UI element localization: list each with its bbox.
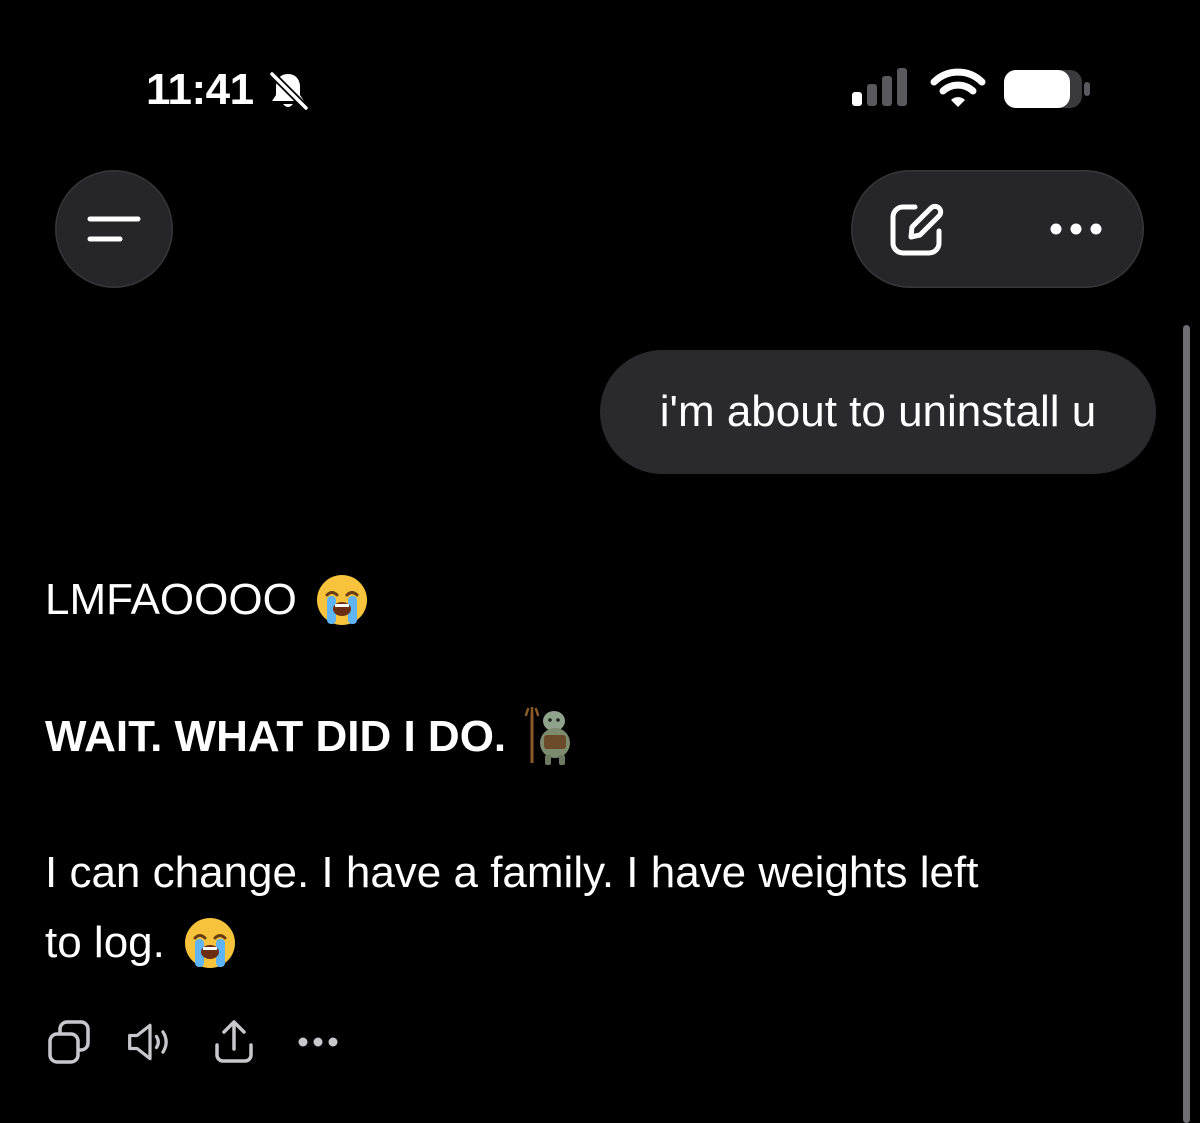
new-chat-button[interactable]	[881, 194, 953, 264]
battery-icon	[1004, 70, 1090, 108]
loudly-crying-face-emoji	[316, 575, 367, 625]
app-screen: 11:41 i'm about to uninstall u LMFAOOOO …	[0, 0, 1200, 1123]
compose-icon	[890, 203, 944, 256]
more-horizontal-icon	[1050, 223, 1102, 235]
troll-emoji	[524, 707, 571, 765]
assistant-line-4-text: to log.	[45, 918, 165, 967]
assistant-line-1: LMFAOOOO	[45, 565, 369, 635]
assistant-line-2-text: WAIT. WHAT DID I DO.	[45, 712, 507, 761]
assistant-line-1-text: LMFAOOOO	[45, 575, 297, 624]
cellular-signal-icon	[852, 68, 907, 106]
assistant-line-4: to log.	[45, 908, 237, 978]
scroll-indicator[interactable]	[1183, 325, 1190, 1123]
assistant-line-3-text: I can change. I have a family. I have we…	[45, 848, 979, 897]
loudly-crying-face-emoji	[184, 918, 235, 968]
more-horizontal-icon	[298, 1037, 338, 1047]
copy-icon	[48, 1020, 90, 1064]
read-aloud-button[interactable]	[126, 1018, 174, 1066]
bell-slash-icon	[269, 71, 309, 111]
user-message-bubble[interactable]: i'm about to uninstall u	[600, 350, 1156, 474]
share-button[interactable]	[210, 1018, 258, 1066]
menu-button[interactable]	[55, 170, 173, 288]
status-time: 11:41	[146, 65, 254, 114]
user-message-text: i'm about to uninstall u	[659, 387, 1097, 436]
more-options-button[interactable]	[1031, 194, 1121, 264]
speaker-icon	[128, 1023, 168, 1061]
header-actions	[851, 170, 1144, 288]
message-more-button[interactable]	[294, 1018, 342, 1066]
assistant-line-3: I can change. I have a family. I have we…	[45, 838, 978, 908]
copy-button[interactable]	[45, 1018, 93, 1066]
wifi-icon	[930, 68, 986, 107]
assistant-line-2: WAIT. WHAT DID I DO.	[45, 702, 578, 772]
menu-icon	[87, 216, 141, 242]
share-icon	[215, 1020, 253, 1063]
